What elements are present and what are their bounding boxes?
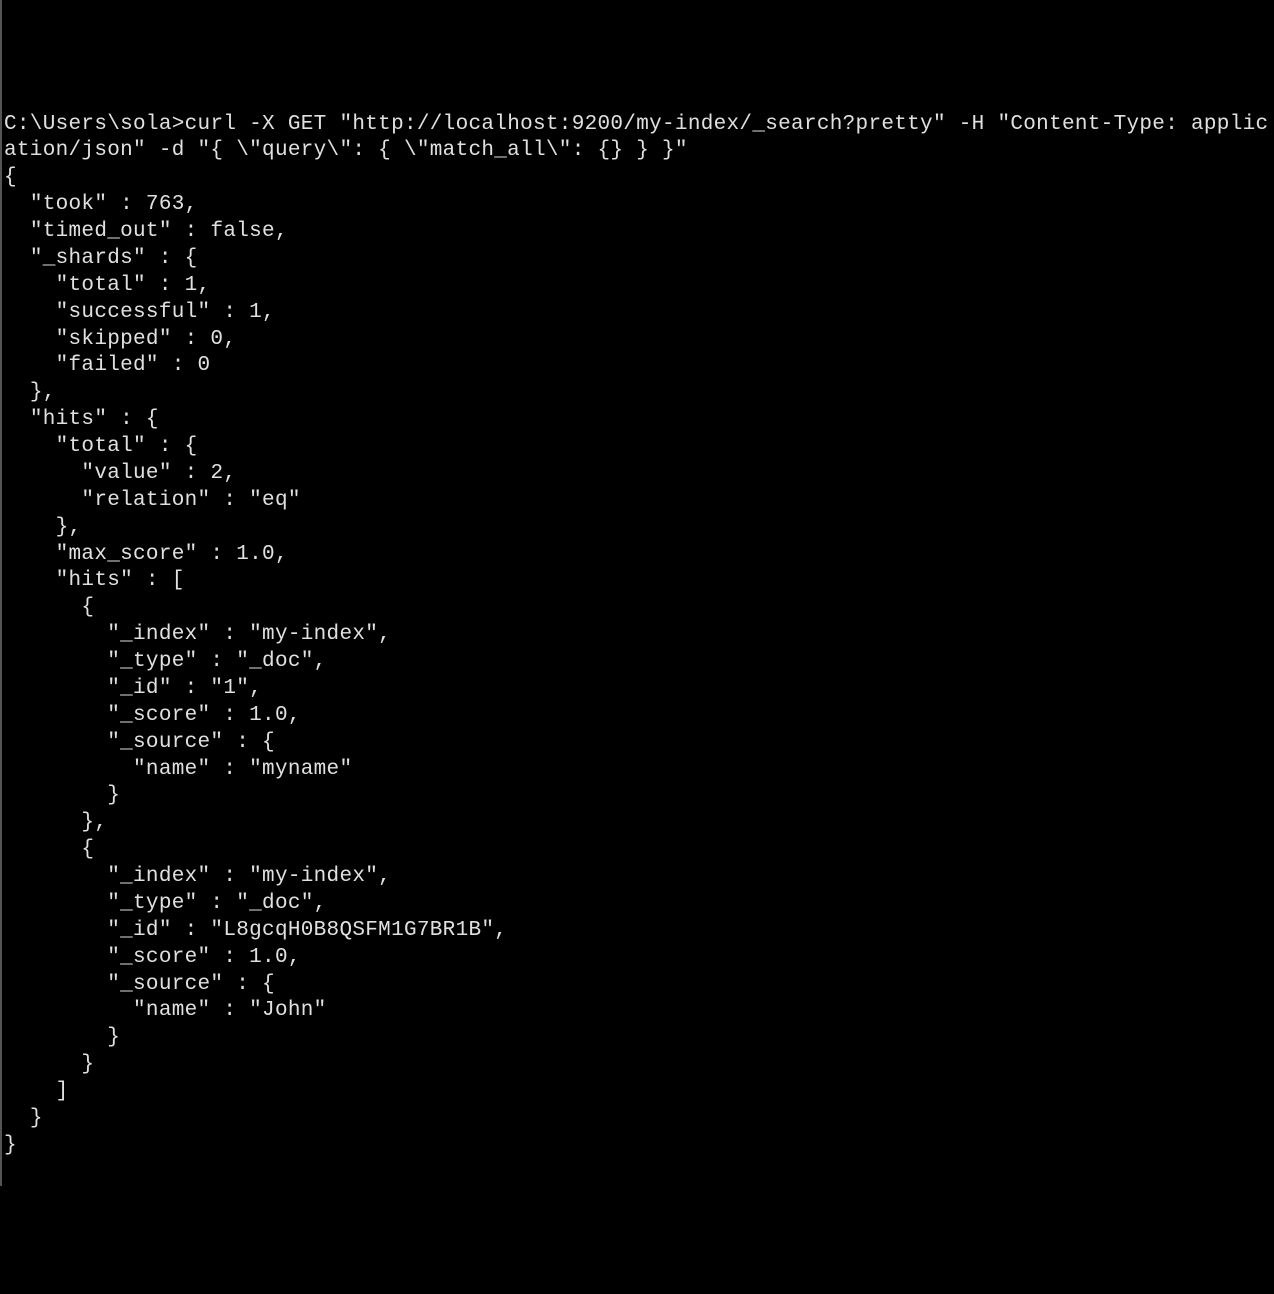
prompt-line: C:\Users\sola>curl -X GET "http://localh… [4,113,1268,163]
shell-prompt: C:\Users\sola> [4,113,185,136]
terminal-window[interactable]: C:\Users\sola>curl -X GET "http://localh… [4,112,1272,1160]
json-output: { "took" : 763, "timed_out" : false, "_s… [4,166,507,1157]
command-text: curl -X GET "http://localhost:9200/my-in… [4,113,1268,163]
